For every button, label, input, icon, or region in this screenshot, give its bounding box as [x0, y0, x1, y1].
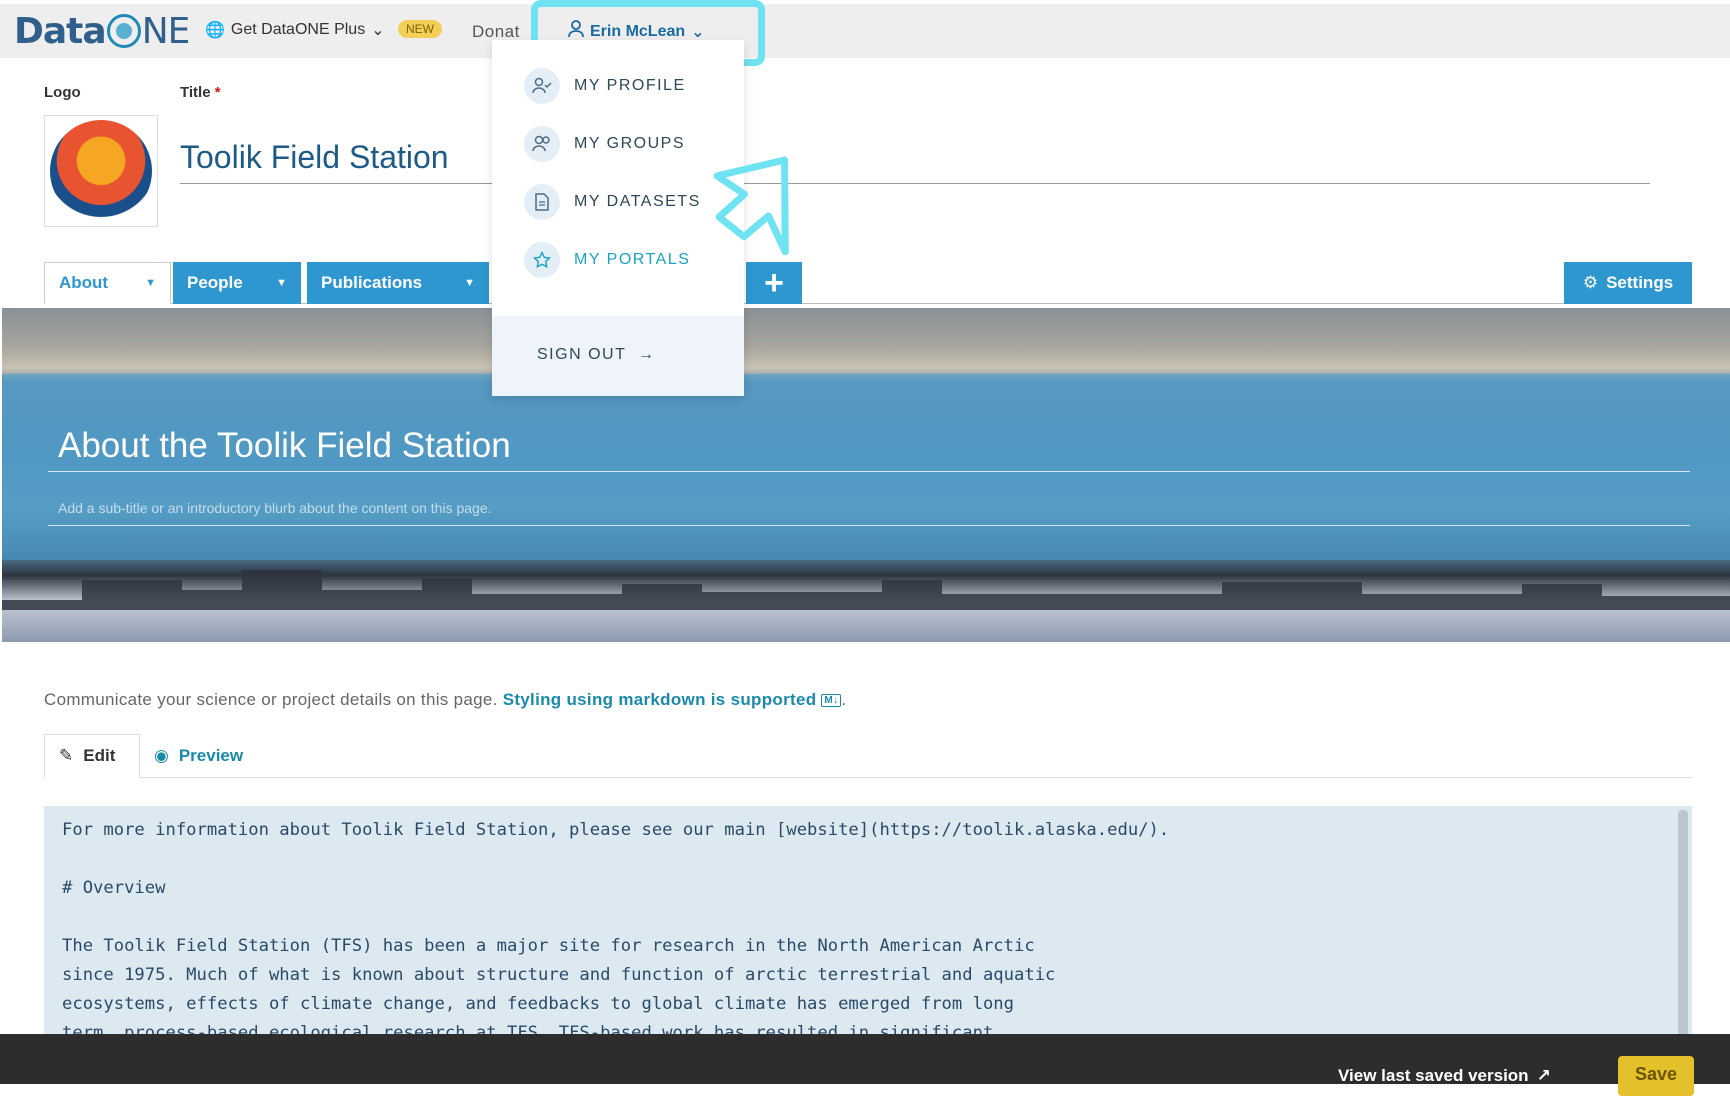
- caret-down-icon[interactable]: ▼: [276, 277, 287, 289]
- menu-item-my-portals[interactable]: MY PORTALS: [524, 242, 690, 278]
- preview-label: Preview: [178, 746, 244, 765]
- save-button[interactable]: Save: [1618, 1056, 1694, 1096]
- gear-icon: ⚙: [1582, 273, 1599, 292]
- dataone-logo[interactable]: Data NE: [14, 8, 191, 54]
- markdown-content: For more information about Toolik Field …: [62, 820, 1170, 1036]
- menu-label: MY PORTALS: [574, 251, 691, 268]
- view-last-label: View last saved version: [1338, 1066, 1529, 1085]
- brand-text-right: NE: [141, 10, 191, 52]
- chevron-down-icon: ⌄: [371, 22, 385, 39]
- eye-icon: ◉: [154, 746, 169, 765]
- arrow-right-icon: →: [632, 346, 656, 363]
- star-icon: [524, 242, 560, 278]
- menu-label: MY GROUPS: [574, 135, 685, 152]
- menu-label: MY DATASETS: [574, 193, 701, 210]
- editor-tabs: ✎ Edit ◉ Preview: [44, 734, 1692, 778]
- annotation-arrow-icon: [713, 156, 789, 256]
- menu-item-my-datasets[interactable]: MY DATASETS: [524, 184, 701, 220]
- get-dataone-plus-menu[interactable]: 🌐 Get DataONE Plus ⌄: [205, 20, 385, 40]
- view-last-saved-link[interactable]: View last saved version ↗: [1338, 1066, 1551, 1086]
- subtitle-input[interactable]: Add a sub-title or an introductory blurb…: [48, 500, 1690, 526]
- external-link-icon: ↗: [1536, 1066, 1551, 1085]
- toolik-logo-image: [50, 120, 152, 222]
- hint-text: Communicate your science or project deta…: [44, 690, 498, 709]
- menu-item-my-groups[interactable]: MY GROUPS: [524, 126, 685, 162]
- tab-about[interactable]: About ▼: [44, 262, 171, 304]
- menu-item-my-profile[interactable]: MY PROFILE: [524, 68, 686, 104]
- tab-edit[interactable]: ✎ Edit: [44, 734, 140, 778]
- markdown-help-link[interactable]: Styling using markdown is supported: [503, 690, 817, 709]
- get-plus-label: Get DataONE Plus: [230, 21, 366, 38]
- edit-label: Edit: [83, 746, 116, 765]
- title-label: Title *: [180, 84, 221, 101]
- top-navbar: Data NE 🌐 Get DataONE Plus ⌄ NEW Donat E…: [0, 0, 1730, 58]
- editor-scrollbar[interactable]: [1678, 810, 1688, 1036]
- markdown-icon: M↓: [821, 694, 842, 708]
- caret-down-icon[interactable]: ▼: [145, 277, 156, 289]
- required-mark: *: [214, 84, 221, 101]
- users-icon: [524, 126, 560, 162]
- tab-preview[interactable]: ◉ Preview: [154, 734, 243, 778]
- donate-link[interactable]: Donat: [472, 22, 520, 42]
- logo-upload[interactable]: [44, 115, 158, 227]
- page-title-input[interactable]: About the Toolik Field Station: [48, 426, 1690, 472]
- tab-label: People: [187, 273, 243, 292]
- markdown-hint: Communicate your science or project deta…: [44, 690, 847, 709]
- edit-icon: ✎: [59, 746, 74, 765]
- sign-out-label: SIGN OUT: [537, 346, 627, 363]
- globe-plus-icon: 🌐: [205, 22, 225, 39]
- globe-icon: [106, 14, 141, 48]
- tab-people[interactable]: People ▼: [173, 262, 301, 304]
- brand-text-left: Data: [14, 10, 107, 52]
- tab-publications[interactable]: Publications ▼: [307, 262, 489, 304]
- document-icon: [524, 184, 560, 220]
- caret-down-icon[interactable]: ▼: [464, 277, 475, 289]
- title-input[interactable]: [180, 132, 1650, 184]
- section-tabs: About ▼ People ▼ Publications ▼: [44, 262, 1692, 304]
- sign-out-button[interactable]: SIGN OUT →: [537, 346, 655, 364]
- user-check-icon: [524, 68, 560, 104]
- tab-label: About: [59, 273, 109, 292]
- new-badge: NEW: [398, 20, 442, 38]
- menu-label: MY PROFILE: [574, 77, 686, 94]
- banner-buildings: [2, 570, 1730, 610]
- tab-label: Publications: [321, 273, 423, 292]
- settings-label: Settings: [1606, 273, 1674, 292]
- logo-label: Logo: [44, 84, 81, 101]
- settings-button[interactable]: ⚙ Settings: [1564, 262, 1692, 304]
- markdown-textarea[interactable]: For more information about Toolik Field …: [44, 806, 1692, 1036]
